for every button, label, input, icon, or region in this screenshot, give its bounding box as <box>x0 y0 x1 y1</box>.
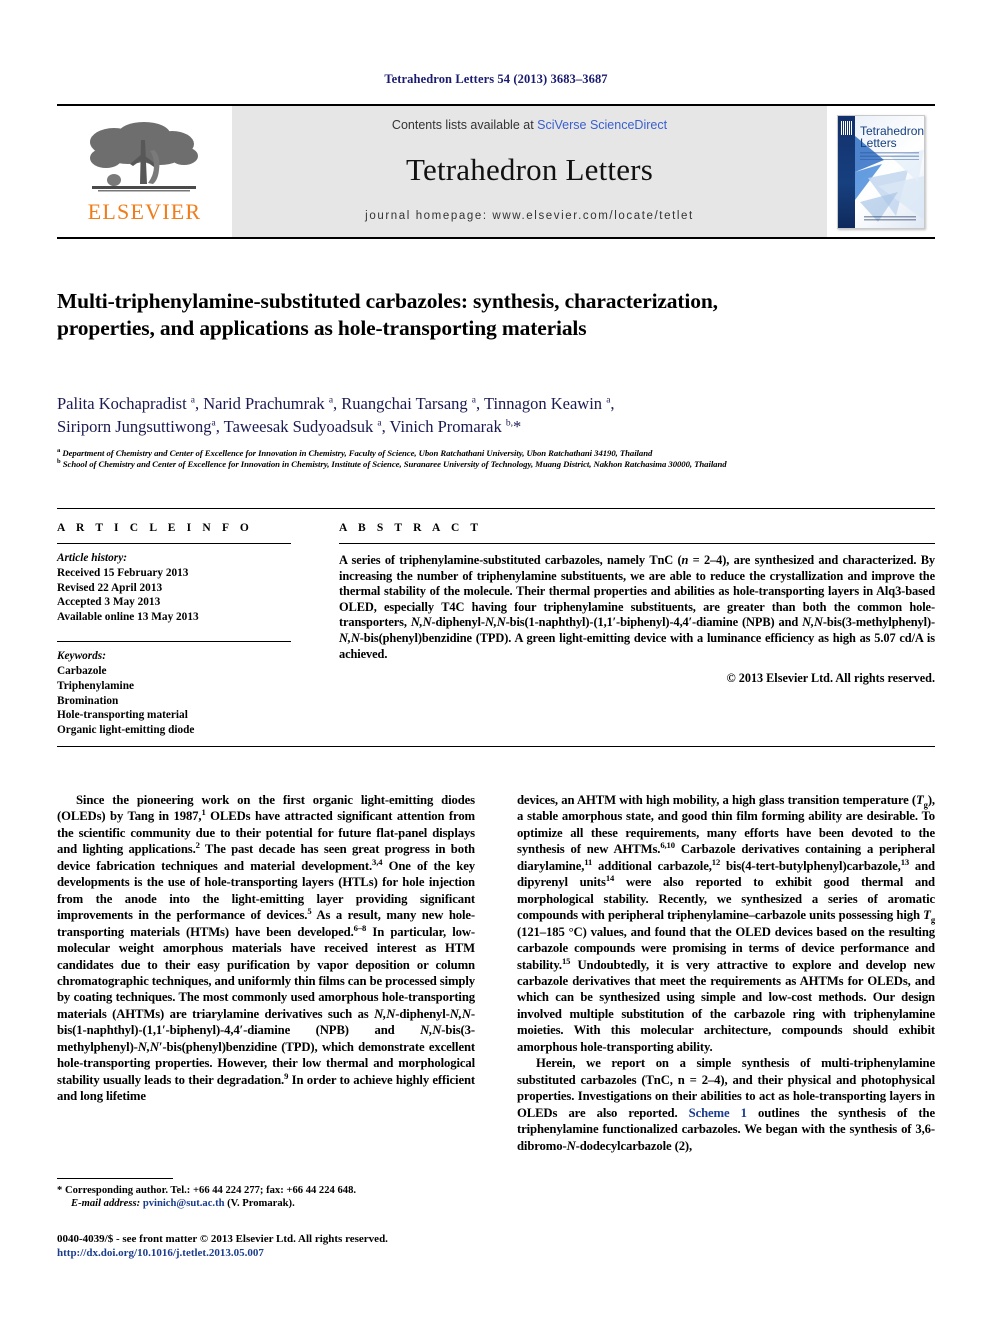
body-left-column: Since the pioneering work on the first o… <box>57 792 475 1154</box>
body-right-column: devices, an AHTM with high mobility, a h… <box>517 792 935 1154</box>
author-list: Palita Kochapradist a, Narid Prachumrak … <box>57 392 942 438</box>
info-abstract-panel: A R T I C L E I N F O Article history: R… <box>57 508 935 747</box>
footnote-rule <box>57 1178 173 1179</box>
article-info-column: A R T I C L E I N F O Article history: R… <box>57 522 315 746</box>
keyword-item: Bromination <box>57 694 119 707</box>
keywords-divider <box>57 641 291 643</box>
article-first-page: Tetrahedron Letters 54 (2013) 3683–3687 <box>0 0 992 1323</box>
elsevier-logo: ELSEVIER <box>75 120 215 225</box>
journal-cover-area: Tetrahedron Letters <box>827 106 935 237</box>
cover-title: Tetrahedron Letters <box>860 125 924 150</box>
affiliations: a Department of Chemistry and Center of … <box>57 447 942 471</box>
author-line-1: Palita Kochapradist a, Narid Prachumrak … <box>57 394 615 413</box>
journal-cover-thumbnail[interactable]: Tetrahedron Letters <box>837 114 925 229</box>
article-history-label: Article history: <box>57 552 127 564</box>
history-item: Accepted 3 May 2013 <box>57 596 161 609</box>
email-label: E-mail address: <box>71 1198 141 1210</box>
keyword-item: Hole-transporting material <box>57 709 188 722</box>
keyword-item: Organic light-emitting diode <box>57 723 195 736</box>
contents-prefix: Contents lists available at <box>391 118 538 132</box>
affiliation-b-text: School of Chemistry and Center of Excell… <box>62 459 727 470</box>
history-item: Available online 13 May 2013 <box>57 610 199 623</box>
publisher-logo-area: ELSEVIER <box>57 106 232 237</box>
email-note: E-mail address: pvinich@sut.ac.th (V. Pr… <box>57 1197 475 1210</box>
corresponding-author-note: * Corresponding author. Tel.: +66 44 224… <box>57 1185 357 1196</box>
journal-masthead: ELSEVIER Contents lists available at Sci… <box>57 104 935 239</box>
running-head: Tetrahedron Letters 54 (2013) 3683–3687 <box>384 72 608 86</box>
footer-block: 0040-4039/$ - see front matter © 2013 El… <box>57 1232 557 1260</box>
info-divider <box>57 543 291 544</box>
abstract-column: A B S T R A C T A series of triphenylami… <box>315 522 935 746</box>
keyword-item: Carbazole <box>57 665 107 678</box>
cover-title-line2: Letters <box>860 135 897 150</box>
body-paragraph: Since the pioneering work on the first o… <box>57 793 476 1104</box>
abstract-divider <box>339 543 935 544</box>
affiliation-a: a Department of Chemistry and Center of … <box>57 447 653 458</box>
article-info-heading: A R T I C L E I N F O <box>57 522 253 534</box>
masthead-center: Contents lists available at SciVerse Sci… <box>232 106 827 237</box>
copyright-line: © 2013 Elsevier Ltd. All rights reserved… <box>726 671 935 686</box>
keyword-item: Triphenylamine <box>57 679 134 692</box>
email-link[interactable]: pvinich@sut.ac.th <box>143 1198 225 1209</box>
cover-subtitle-lines <box>860 151 919 160</box>
author-line-2: Siriporn Jungsuttiwonga, Taweesak Sudyoa… <box>57 417 522 436</box>
doi-link[interactable]: http://dx.doi.org/10.1016/j.tetlet.2013.… <box>57 1246 557 1260</box>
body-columns: Since the pioneering work on the first o… <box>57 792 935 1154</box>
issn-copyright-line: 0040-4039/$ - see front matter © 2013 El… <box>57 1233 388 1245</box>
body-paragraph: Herein, we report on a simple synthesis … <box>517 1056 935 1153</box>
history-item: Revised 22 April 2013 <box>57 581 163 594</box>
affiliation-a-text: Department of Chemistry and Center of Ex… <box>62 448 653 458</box>
title-block: Multi-triphenylamine-substituted carbazo… <box>57 288 757 342</box>
affiliation-b: b School of Chemistry and Center of Exce… <box>57 458 727 470</box>
history-item: Received 15 February 2013 <box>57 567 189 579</box>
abstract-heading: A B S T R A C T <box>339 522 483 534</box>
cover-footer-lines <box>864 215 916 222</box>
journal-homepage-link[interactable]: journal homepage: www.elsevier.com/locat… <box>365 210 694 222</box>
journal-title: Tetrahedron Letters <box>406 152 653 187</box>
footnote-block: * Corresponding author. Tel.: +66 44 224… <box>57 1178 475 1211</box>
abstract-text: A series of triphenylamine-substituted c… <box>339 553 935 661</box>
contents-available-line: Contents lists available at SciVerse Sci… <box>392 118 667 132</box>
elsevier-tree-icon <box>89 122 198 192</box>
sciencedirect-link[interactable]: SciVerse ScienceDirect <box>537 118 667 132</box>
body-paragraph: devices, an AHTM with high mobility, a h… <box>517 793 935 1054</box>
keywords-label: Keywords: <box>57 650 106 663</box>
article-title: Multi-triphenylamine-substituted carbazo… <box>57 289 718 340</box>
elsevier-wordmark: ELSEVIER <box>87 199 202 224</box>
scheme-1-link[interactable]: Scheme 1 <box>689 1106 747 1120</box>
email-author: (V. Promarak). <box>227 1198 295 1210</box>
cover-barcode-icon <box>841 120 853 135</box>
